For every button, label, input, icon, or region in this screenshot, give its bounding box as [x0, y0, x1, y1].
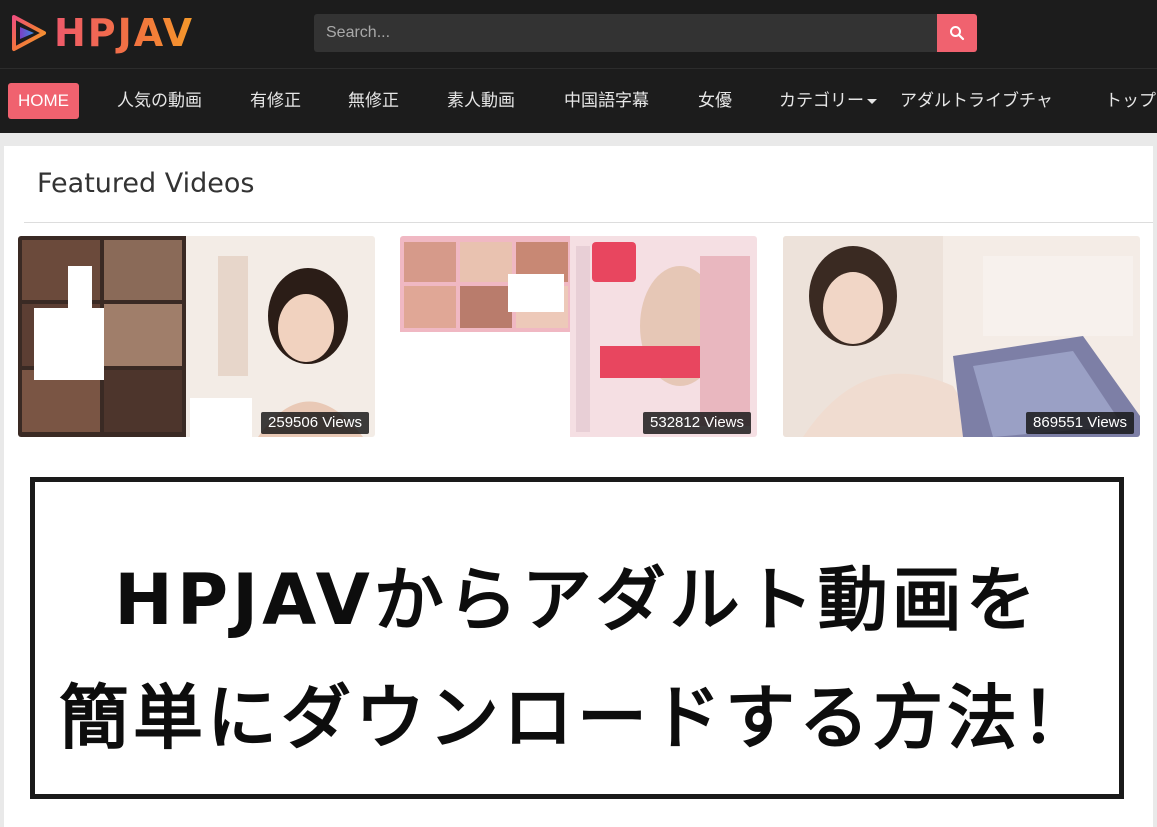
divider [24, 222, 1153, 223]
search-button[interactable] [937, 14, 977, 52]
view-count-badge: 532812 Views [643, 412, 751, 434]
search-icon [950, 26, 965, 41]
caret-down-icon [867, 98, 877, 104]
video-thumbnail[interactable]: 869551 Views [783, 236, 1140, 437]
nav-actresses[interactable]: 女優 [698, 83, 732, 119]
site-logo[interactable]: HPJAV [8, 10, 238, 56]
nav-categories-label: カテゴリー [779, 91, 864, 111]
featured-title: Featured Videos [37, 168, 255, 199]
nav-live-chat[interactable]: アダルトライブチャ [900, 83, 1053, 119]
nav-censored[interactable]: 有修正 [250, 83, 301, 119]
nav-home[interactable]: HOME [8, 83, 79, 119]
banner-line-1: HPJAVからアダルト動画を [114, 559, 1040, 641]
nav-categories[interactable]: カテゴリー [779, 83, 877, 119]
video-thumbnail[interactable]: 532812 Views [400, 236, 757, 437]
thumbnail-image [18, 236, 375, 437]
logo-text: HPJAV [54, 11, 195, 55]
thumbnail-image [783, 236, 1140, 437]
video-thumbnail[interactable]: 259506 Views [18, 236, 375, 437]
view-count-badge: 869551 Views [1026, 412, 1134, 434]
nav-amateur[interactable]: 素人動画 [447, 83, 515, 119]
top-header: HPJAV [0, 0, 1157, 68]
search-bar [314, 14, 977, 52]
search-input[interactable] [314, 14, 937, 52]
play-logo-icon [12, 15, 46, 51]
nav-popular[interactable]: 人気の動画 [117, 83, 202, 119]
nav-uncensored[interactable]: 無修正 [348, 83, 399, 119]
main-nav: HOME 人気の動画 有修正 無修正 素人動画 中国語字幕 女優 カテゴリー ア… [0, 68, 1157, 133]
nav-top[interactable]: トップ [1105, 83, 1156, 119]
thumbnail-image [400, 236, 757, 437]
title-banner: HPJAVからアダルト動画を 簡単にダウンロードする方法！ [30, 477, 1124, 799]
nav-chinese-subs[interactable]: 中国語字幕 [564, 83, 649, 119]
banner-line-2: 簡単にダウンロードする方法！ [59, 677, 1095, 759]
view-count-badge: 259506 Views [261, 412, 369, 434]
